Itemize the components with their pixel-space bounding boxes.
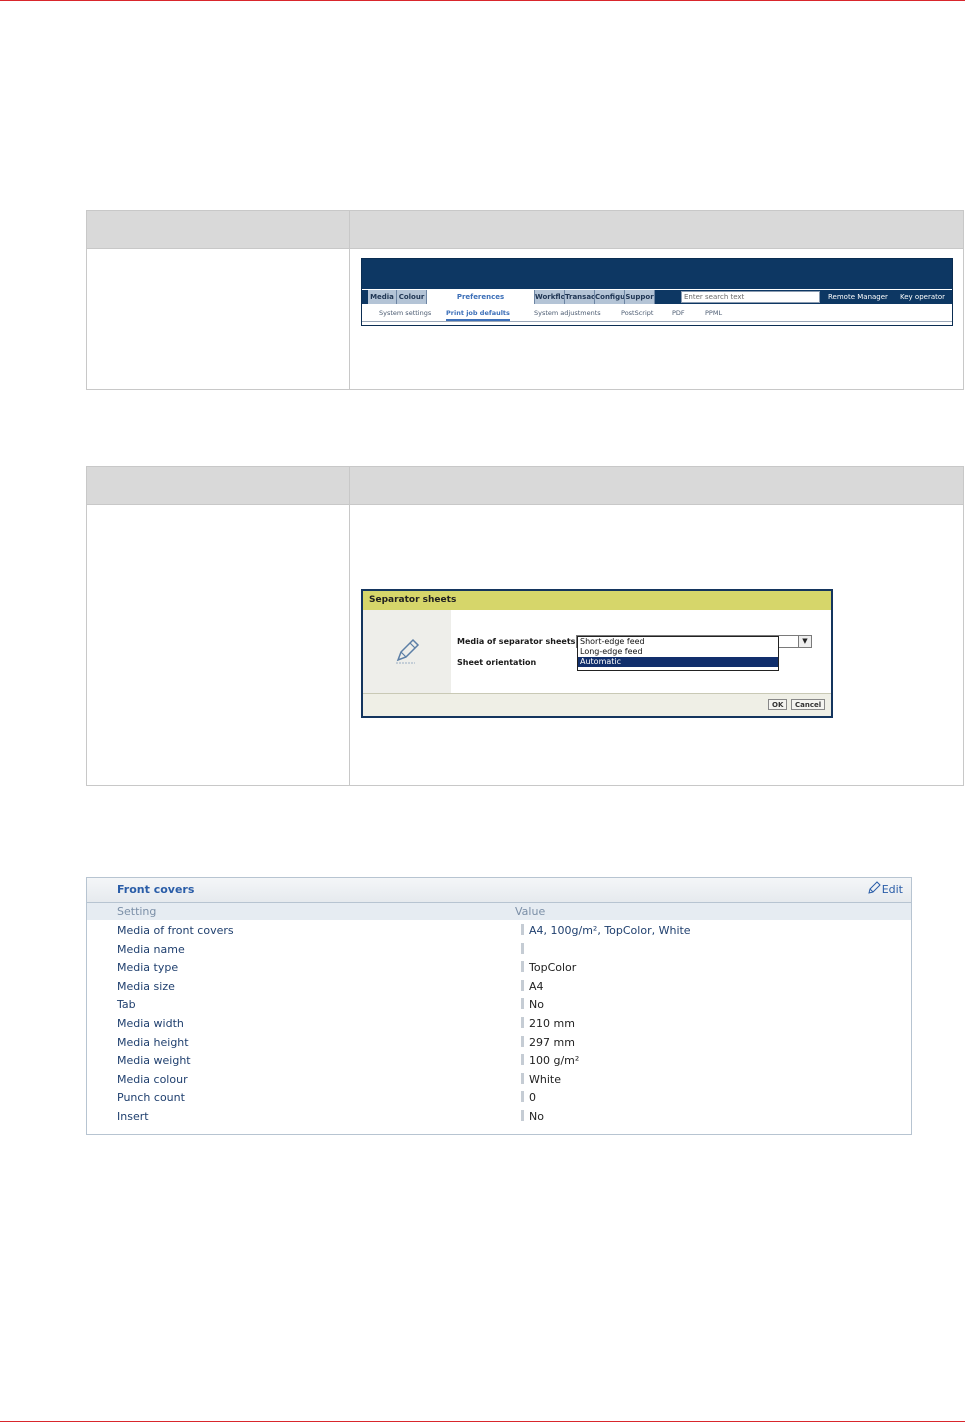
- chevron-down-icon[interactable]: ▼: [798, 636, 811, 647]
- sub-tabs: System settings Print job defaults Syste…: [362, 307, 952, 322]
- value-marker: [521, 998, 524, 1010]
- value-marker: [521, 942, 524, 954]
- setting-value: 100 g/m²: [529, 1054, 580, 1068]
- cancel-button[interactable]: Cancel: [791, 699, 826, 710]
- procedure-table-1: Media Colour Preferences Workflo Transac…: [86, 210, 964, 390]
- table-row: Tab No: [87, 995, 911, 1014]
- subtab-system-settings[interactable]: System settings: [379, 307, 431, 319]
- option-automatic[interactable]: Automatic: [578, 657, 778, 667]
- value-marker: [521, 1091, 524, 1103]
- table-row: Media Colour Preferences Workflo Transac…: [87, 249, 963, 389]
- setting-column-header: Setting: [117, 905, 157, 918]
- settings-list: Media of front covers A4, 100g/m², TopCol…: [87, 921, 911, 1126]
- table-row: Media type TopColor: [87, 958, 911, 977]
- key-operator-link[interactable]: Key operator: [900, 290, 945, 304]
- value-column-header: Value: [515, 905, 546, 918]
- main-tabs: Media Colour Preferences Workflo Transac…: [362, 290, 952, 304]
- settings-editor-nav-screenshot: Media Colour Preferences Workflo Transac…: [361, 258, 953, 326]
- setting-name: Media of front covers: [117, 924, 234, 937]
- setting-value: 0: [529, 1091, 536, 1105]
- column-header: Setting Value: [87, 903, 911, 920]
- option-short-edge-feed[interactable]: Short-edge feed: [578, 637, 778, 647]
- panel-header: Front covers Edit: [87, 878, 911, 903]
- subtab-ppml[interactable]: PPML: [705, 307, 722, 319]
- setting-name: Media name: [117, 942, 185, 956]
- page-bottom-rule: [0, 1421, 965, 1422]
- orientation-dropdown-list[interactable]: Short-edge feed Long-edge feed Automatic: [577, 636, 779, 671]
- setting-value: TopColor: [529, 961, 577, 975]
- ok-button[interactable]: OK: [768, 699, 788, 710]
- dialog-title: Separator sheets: [363, 591, 831, 610]
- setting-name: Media width: [117, 1016, 184, 1030]
- media-of-separator-sheets-label: Media of separator sheets: [457, 637, 576, 646]
- value-marker: [521, 1016, 524, 1028]
- value-marker: [521, 961, 524, 973]
- option-long-edge-feed[interactable]: Long-edge feed: [578, 647, 778, 657]
- tab-transactions[interactable]: Transac: [565, 290, 595, 304]
- setting-name: Insert: [117, 1109, 149, 1123]
- setting-name: Tab: [117, 998, 136, 1012]
- dialog-footer: OK Cancel: [363, 693, 831, 716]
- setting-value: 210 mm: [529, 1016, 575, 1030]
- subtab-pdf[interactable]: PDF: [672, 307, 685, 319]
- tab-support[interactable]: Suppor: [625, 290, 655, 304]
- separator-sheets-dialog: Separator sheets Media of separator shee…: [361, 589, 833, 718]
- setting-value: No: [529, 1109, 544, 1123]
- remote-manager-link[interactable]: Remote Manager: [828, 290, 888, 304]
- search-input[interactable]: Enter search text: [681, 291, 820, 303]
- tab-preferences[interactable]: Preferences: [427, 290, 535, 304]
- setting-name: Punch count: [117, 1091, 185, 1105]
- setting-name: Media size: [117, 979, 175, 993]
- setting-value: 297 mm: [529, 1035, 575, 1049]
- subtab-print-job-defaults[interactable]: Print job defaults: [446, 307, 510, 321]
- pencil-icon: [396, 638, 420, 664]
- edit-label: Edit: [881, 883, 903, 896]
- table-row: Media colour White: [87, 1070, 911, 1089]
- setting-name: Media weight: [117, 1054, 191, 1068]
- table-row: Media name: [87, 940, 911, 959]
- procedure-table-2: Separator sheets Media of separator shee…: [86, 466, 964, 786]
- setting-name: Media height: [117, 1035, 189, 1049]
- value-marker: [521, 1054, 524, 1066]
- value-marker: [521, 1109, 524, 1121]
- table-row: Separator sheets Media of separator shee…: [87, 505, 963, 785]
- pencil-icon: [868, 881, 881, 894]
- panel-title: Front covers: [117, 883, 195, 896]
- dialog-icon-panel: [363, 610, 451, 696]
- setting-value: No: [529, 998, 544, 1012]
- tab-media[interactable]: Media: [368, 290, 397, 304]
- tab-configuration[interactable]: Configu: [595, 290, 625, 304]
- table-header: [87, 211, 963, 249]
- page-top-rule: [0, 0, 965, 1]
- table-row: Media width 210 mm: [87, 1014, 911, 1033]
- setting-value: A4: [529, 979, 544, 993]
- setting-name: Media type: [117, 961, 179, 975]
- value-marker: [521, 1072, 524, 1084]
- front-covers-panel: Front covers Edit Setting Value Media of…: [86, 877, 912, 1135]
- value-marker: [521, 1035, 524, 1047]
- subtab-system-adjustments[interactable]: System adjustments: [534, 307, 601, 319]
- edit-button[interactable]: Edit: [867, 881, 903, 896]
- setting-value: White: [529, 1072, 561, 1086]
- table-header: [87, 467, 963, 505]
- sheet-orientation-label: Sheet orientation: [457, 658, 537, 667]
- table-row: Media of front covers A4, 100g/m², TopCol…: [87, 921, 911, 940]
- table-row: Media height 297 mm: [87, 1033, 911, 1052]
- tab-colour[interactable]: Colour: [397, 290, 427, 304]
- tab-workflow[interactable]: Workflo: [535, 290, 565, 304]
- table-row: Media weight 100 g/m²: [87, 1051, 911, 1070]
- subtab-postscript[interactable]: PostScript: [621, 307, 653, 319]
- table-row: Insert No: [87, 1107, 911, 1126]
- value-marker: [521, 924, 524, 935]
- table-row: Punch count 0: [87, 1088, 911, 1107]
- setting-value: A4, 100g/m², TopColor, White: [529, 924, 691, 937]
- setting-name: Media colour: [117, 1072, 188, 1086]
- value-marker: [521, 979, 524, 991]
- table-row: Media size A4: [87, 977, 911, 996]
